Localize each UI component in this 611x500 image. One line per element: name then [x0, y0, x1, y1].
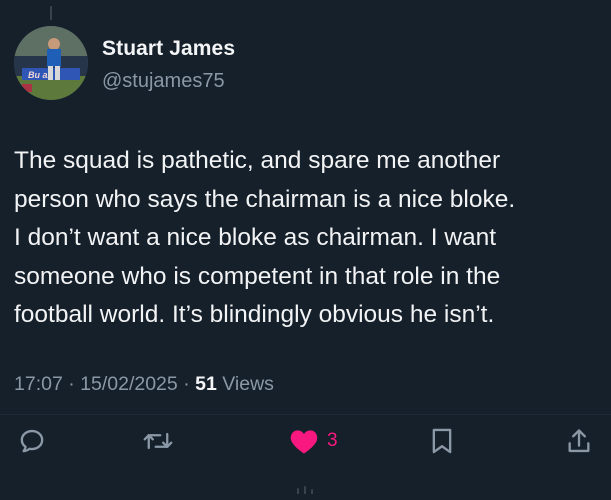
views-count[interactable]: 51 [195, 373, 217, 395]
avatar[interactable]: Bu ah [14, 26, 88, 100]
heart-filled-icon [290, 430, 318, 454]
views-label[interactable]: Views [222, 373, 274, 395]
tweet-text-line: football world. It’s blindingly obvious … [14, 301, 495, 328]
tweet-text-line: someone who is competent in that role in… [14, 262, 501, 290]
reply-bubble-icon [20, 429, 44, 453]
retweet-button[interactable] [143, 424, 173, 458]
bookmark-button[interactable] [430, 424, 454, 458]
share-button[interactable] [566, 424, 592, 458]
tweet-date[interactable]: 15/02/2025 [80, 373, 178, 395]
reply-button[interactable] [18, 424, 46, 458]
meta-separator: · [183, 373, 190, 395]
tweet-text-line: The squad is pathetic, and spare me anot… [14, 147, 501, 174]
thread-connector-line [50, 6, 52, 20]
author-handle[interactable]: @stujames75 [102, 70, 225, 93]
like-count: 3 [327, 430, 338, 451]
retweet-arrows-icon [143, 432, 173, 450]
bookmark-icon [432, 428, 452, 454]
avatar-photo-icon: Bu ah [14, 26, 88, 100]
tweet-text-line: I don’t want a nice bloke as chairman. I… [14, 224, 497, 251]
tweet-metadata: 17:07 · 15/02/2025 · 51 Views [14, 373, 274, 396]
divider [0, 414, 611, 415]
author-display-name[interactable]: Stuart James [102, 37, 235, 61]
tweet-text: The squad is pathetic, and spare me anot… [14, 142, 604, 335]
like-button[interactable]: 3 [289, 424, 338, 458]
tweet-text-line: person who says the chairman is a nice b… [14, 185, 516, 213]
tweet-time[interactable]: 17:07 [14, 373, 63, 395]
bottom-partial-icon [297, 486, 313, 494]
share-upload-icon [568, 429, 590, 453]
meta-separator: · [68, 373, 75, 395]
